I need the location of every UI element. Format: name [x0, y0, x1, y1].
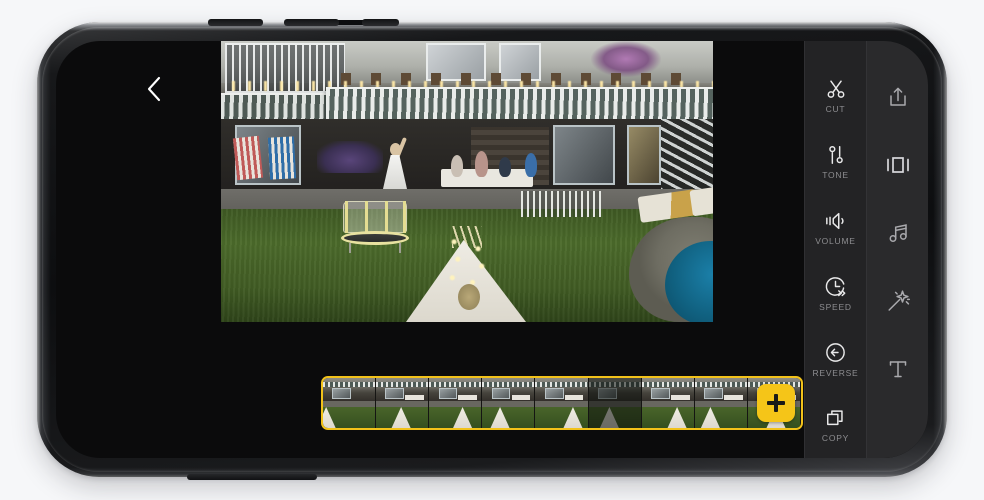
awning-main: [326, 87, 713, 121]
tool-tone[interactable]: TONE: [805, 129, 867, 195]
tool-speed-label: SPEED: [819, 301, 852, 312]
phone-screen: CUT TONE VOLUME SPEED REVERSE COPY: [56, 41, 928, 458]
timeline-frame[interactable]: [323, 378, 377, 428]
dining-group: [429, 145, 549, 189]
trampoline-pole: [385, 201, 388, 233]
power-button[interactable]: [362, 19, 399, 26]
trampoline-pole: [345, 201, 348, 233]
timeline-frame[interactable]: [482, 378, 536, 428]
tool-copy[interactable]: COPY: [805, 392, 867, 458]
phone-device: CUT TONE VOLUME SPEED REVERSE COPY: [37, 19, 947, 480]
lit-window: [627, 125, 661, 185]
tool-reverse-label: REVERSE: [812, 367, 859, 378]
trampoline-leg: [349, 243, 351, 253]
text-icon: [889, 361, 906, 378]
timeline-frame[interactable]: [535, 378, 589, 428]
chevron-left-icon: [147, 76, 161, 102]
glass-door: [553, 125, 615, 185]
person: [451, 155, 463, 177]
scissors-icon: [827, 80, 844, 98]
volume-up-button[interactable]: [208, 19, 263, 26]
trampoline-pole: [365, 201, 368, 233]
share-button[interactable]: [867, 63, 929, 131]
timeline-frame[interactable]: [641, 378, 695, 428]
music-button[interactable]: [867, 199, 929, 267]
trampoline: [339, 201, 411, 253]
aspect-ratio-icon: [886, 157, 909, 173]
lavender-bush: [317, 141, 383, 173]
tool-copy-label: COPY: [821, 433, 850, 444]
person: [475, 151, 488, 177]
girl-dress: [383, 155, 407, 189]
tool-volume[interactable]: VOLUME: [805, 195, 867, 261]
timeline-frame[interactable]: [694, 378, 748, 428]
blossom-tree: [591, 41, 661, 77]
person: [499, 157, 511, 177]
sliders-icon: [828, 145, 843, 164]
awning-left: [221, 93, 331, 119]
aspect-ratio-button[interactable]: [867, 131, 929, 199]
timeline-frame[interactable]: [376, 378, 430, 428]
teepee-opening: [458, 284, 480, 310]
text-button[interactable]: [867, 335, 929, 403]
outdoor-stairs: [661, 119, 713, 191]
music-note-icon: [889, 224, 907, 242]
arrow-left-circle-icon: [826, 342, 845, 362]
add-clip-button[interactable]: [757, 384, 795, 422]
girl-head: [390, 143, 401, 156]
tool-volume-label: VOLUME: [815, 235, 856, 246]
tool-rail-secondary: [866, 41, 928, 458]
duplicate-icon: [826, 410, 843, 426]
clock-fast-forward-icon: [825, 277, 846, 297]
trampoline-leg: [399, 243, 401, 253]
tool-speed[interactable]: SPEED: [805, 260, 867, 326]
teepee-tent: [406, 226, 526, 322]
back-button[interactable]: [134, 69, 174, 109]
video-preview[interactable]: [221, 41, 713, 322]
timeline-frame[interactable]: [429, 378, 483, 428]
tool-cut-label: CUT: [825, 103, 846, 114]
tool-tone-label: TONE: [822, 169, 849, 180]
deck-chair: [232, 135, 264, 181]
tool-rail-primary: CUT TONE VOLUME SPEED REVERSE COPY: [804, 41, 866, 458]
timeline-frame[interactable]: [588, 378, 642, 428]
trampoline-net: [343, 201, 407, 233]
white-garden-furniture: [521, 191, 601, 217]
share-icon: [889, 87, 906, 106]
tool-reverse[interactable]: REVERSE: [805, 326, 867, 392]
deck-chair: [267, 136, 297, 180]
speaker-port: [187, 474, 317, 480]
plus-icon: [767, 394, 785, 412]
effects-button[interactable]: [867, 267, 929, 335]
preview-house: [221, 41, 713, 191]
speaker-icon: [825, 212, 844, 229]
magic-wand-icon: [887, 290, 910, 311]
person: [525, 153, 537, 177]
tool-rail: CUT TONE VOLUME SPEED REVERSE COPY: [804, 41, 928, 458]
pool-water: [665, 241, 713, 322]
volume-down-button[interactable]: [284, 19, 339, 26]
timeline-frames: [323, 378, 801, 428]
timeline[interactable]: [321, 376, 803, 430]
tool-cut[interactable]: CUT: [805, 63, 867, 129]
selected-video-clip[interactable]: [321, 376, 803, 430]
girl-in-white-dress: [379, 137, 409, 193]
